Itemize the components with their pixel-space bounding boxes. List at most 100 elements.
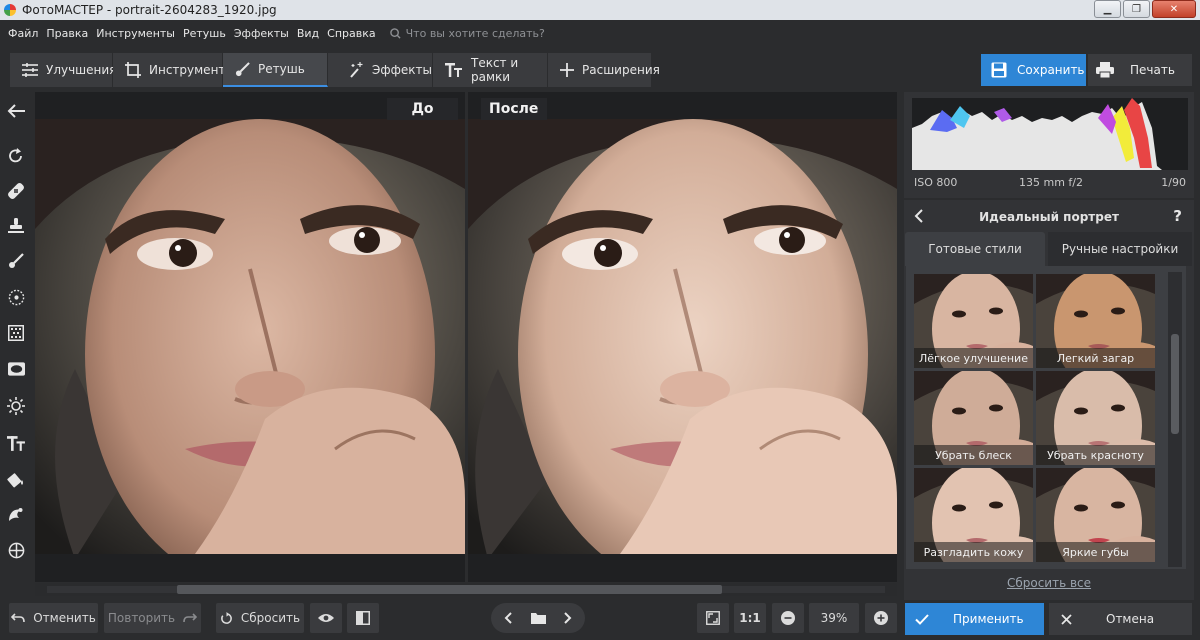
tab-ready-styles[interactable]: Готовые стили	[905, 232, 1045, 266]
radial-filter-icon[interactable]	[5, 286, 27, 308]
tab-enhancements[interactable]: Улучшения	[10, 53, 117, 87]
preset-caption: Легкий загар	[1036, 348, 1155, 368]
gradient-filter-icon[interactable]	[5, 322, 27, 344]
brush-icon	[235, 61, 250, 77]
tab-retouch[interactable]: Ретушь	[223, 53, 328, 87]
save-button[interactable]: Сохранить	[981, 54, 1086, 86]
redo-label: Повторить	[107, 611, 176, 625]
preset-caption: Убрать блеск	[914, 445, 1033, 465]
back-arrow-icon[interactable]	[5, 100, 27, 122]
horizontal-scrollbar[interactable]	[35, 583, 897, 596]
before-photo[interactable]	[35, 119, 465, 554]
print-button[interactable]: Печать	[1088, 54, 1192, 86]
cancel-button[interactable]: Отмена	[1049, 603, 1192, 635]
zoom-level-field[interactable]: 39%	[809, 603, 859, 633]
preset-smooth-skin[interactable]: Разгладить кожу	[914, 468, 1033, 562]
apply-button[interactable]: Применить	[905, 603, 1044, 635]
fit-screen-button[interactable]	[697, 603, 729, 633]
sliders-icon	[22, 63, 38, 77]
healing-patch-icon[interactable]	[5, 180, 27, 202]
title-bar: ФотоМАСТЕР - portrait-2604283_1920.jpg ▁…	[0, 0, 1200, 20]
menu-edit[interactable]: Правка	[46, 27, 88, 40]
panel-header: Идеальный портрет ?	[904, 204, 1194, 230]
panel-divider	[904, 198, 1194, 200]
prev-image-icon[interactable]	[493, 612, 523, 624]
stamp-icon[interactable]	[5, 215, 27, 237]
minus-circle-icon	[781, 611, 795, 625]
menu-file[interactable]: Файл	[8, 27, 38, 40]
preview-eye-button[interactable]	[310, 603, 342, 633]
minimize-button[interactable]: ▁	[1094, 0, 1121, 18]
crop-icon	[125, 62, 141, 78]
help-icon[interactable]: ?	[1173, 207, 1182, 225]
vignette-icon[interactable]	[5, 358, 27, 380]
tab-effects[interactable]: Эффекты	[328, 53, 433, 87]
preset-remove-shine[interactable]: Убрать блеск	[914, 371, 1033, 465]
globe-icon[interactable]	[5, 539, 27, 561]
preset-scroll-thumb[interactable]	[1171, 334, 1179, 434]
tab-tools[interactable]: Инструменты	[113, 53, 235, 87]
menu-retouch[interactable]: Ретушь	[183, 27, 226, 40]
command-search[interactable]: Что вы хотите сделать?	[389, 27, 545, 40]
exif-info: ISO 800 135 mm f/2 1/90	[912, 172, 1188, 192]
image-navigator	[491, 603, 585, 633]
wave-distort-icon[interactable]	[5, 503, 27, 525]
tab-manual-settings[interactable]: Ручные настройки	[1048, 232, 1192, 266]
tab-text-frames[interactable]: Текст и рамки	[433, 53, 548, 87]
tab-extensions[interactable]: Расширения	[548, 53, 660, 87]
redo-button[interactable]: Повторить	[104, 603, 201, 633]
reset-button[interactable]: Сбросить	[216, 603, 304, 633]
preset-caption: Лёгкое улучшение	[914, 348, 1033, 368]
search-icon	[389, 27, 401, 39]
zoom-in-button[interactable]	[865, 603, 897, 633]
plus-icon	[560, 63, 574, 77]
menu-view[interactable]: Вид	[297, 27, 319, 40]
undo-button[interactable]: Отменить	[9, 603, 98, 633]
window-controls: ▁ ❐ ✕	[1094, 0, 1196, 18]
tab-label: Ретушь	[258, 62, 305, 76]
preset-remove-redness[interactable]: Убрать красноту	[1036, 371, 1155, 465]
expand-icon	[706, 611, 720, 625]
compare-view-button[interactable]	[347, 603, 379, 633]
checkmark-icon	[915, 613, 929, 625]
floppy-disk-icon	[991, 62, 1007, 78]
close-window-button[interactable]: ✕	[1152, 0, 1196, 18]
main-toolbar: Улучшения Инструменты Ретушь Эффекты Тек…	[10, 53, 660, 87]
scroll-thumb[interactable]	[177, 585, 722, 594]
paint-bucket-icon[interactable]	[5, 468, 27, 490]
preset-caption: Яркие губы	[1036, 542, 1155, 562]
menu-help[interactable]: Справка	[327, 27, 375, 40]
print-label: Печать	[1130, 63, 1175, 77]
preset-scrollbar[interactable]	[1168, 272, 1182, 567]
lens-value: 135 mm f/2	[1019, 175, 1083, 189]
after-label: После	[481, 98, 547, 120]
magic-wand-icon	[348, 62, 364, 78]
preset-light-tan[interactable]: Легкий загар	[1036, 274, 1155, 368]
rotate-icon[interactable]	[5, 145, 27, 167]
next-image-icon[interactable]	[553, 612, 583, 624]
brush-tool-icon[interactable]	[5, 250, 27, 272]
panel-back-icon[interactable]	[914, 209, 923, 226]
reset-label: Сбросить	[240, 611, 301, 625]
app-logo-icon	[4, 4, 16, 16]
redo-icon	[183, 613, 198, 623]
zoom-1to1-button[interactable]: 1:1	[734, 603, 766, 633]
menu-tools[interactable]: Инструменты	[96, 27, 175, 40]
reset-icon	[220, 611, 233, 625]
reset-all-link[interactable]: Сбросить все	[904, 576, 1194, 594]
compare-divider[interactable]	[465, 92, 468, 582]
after-photo[interactable]	[468, 119, 897, 554]
tab-label: Эффекты	[372, 63, 432, 77]
folder-icon[interactable]	[523, 612, 553, 624]
menu-bar: Файл Правка Инструменты Ретушь Эффекты В…	[0, 22, 1200, 44]
preset-light-enhance[interactable]: Лёгкое улучшение	[914, 274, 1033, 368]
text-tool-icon[interactable]	[5, 432, 27, 454]
tab-label: Улучшения	[46, 63, 117, 77]
search-input[interactable]: Что вы хотите сделать?	[406, 27, 545, 40]
undo-label: Отменить	[33, 611, 96, 625]
menu-effects[interactable]: Эффекты	[234, 27, 289, 40]
maximize-button[interactable]: ❐	[1123, 0, 1150, 18]
zoom-out-button[interactable]	[772, 603, 804, 633]
preset-bright-lips[interactable]: Яркие губы	[1036, 468, 1155, 562]
light-sun-icon[interactable]	[5, 395, 27, 417]
